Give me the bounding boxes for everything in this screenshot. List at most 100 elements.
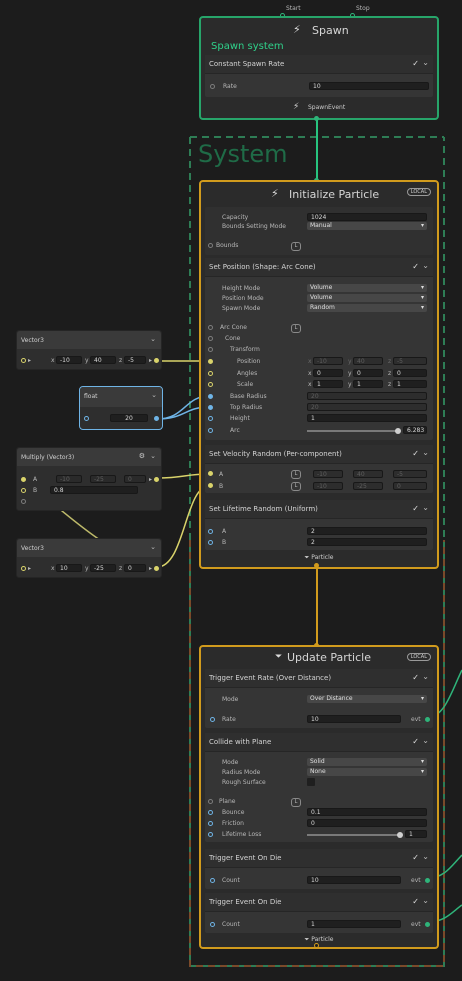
arc-port[interactable]: [208, 428, 213, 433]
lifetime-b-port[interactable]: [208, 540, 213, 545]
transform-port[interactable]: [208, 347, 213, 352]
velocity-a-x-field[interactable]: -10: [313, 470, 343, 478]
height-field[interactable]: 1: [307, 414, 427, 422]
chevron-down-icon[interactable]: ⌄: [150, 543, 156, 551]
top-radius-field[interactable]: 20: [307, 403, 427, 411]
vector3-z-field[interactable]: -5: [124, 356, 146, 364]
vector3-x-field[interactable]: -10: [56, 356, 82, 364]
evt-port[interactable]: [425, 717, 430, 722]
chevron-down-icon[interactable]: ⌄: [422, 672, 429, 681]
arc-field[interactable]: 6.283: [403, 426, 427, 434]
collide-plane-block[interactable]: Collide with Plane ✓⌄ Mode Solid Radius …: [205, 733, 433, 842]
vector3-input-port[interactable]: [21, 566, 26, 571]
checkbox-icon[interactable]: ✓: [412, 673, 419, 682]
scale-port[interactable]: [208, 382, 213, 387]
top-radius-port[interactable]: [208, 405, 213, 410]
mode-select[interactable]: Solid: [307, 758, 427, 766]
spawn-mode-select[interactable]: Random: [307, 304, 427, 312]
cone-port[interactable]: [208, 336, 213, 341]
plane-port[interactable]: [208, 799, 213, 804]
bounds-mode-select[interactable]: Manual: [307, 222, 427, 230]
multiply-output-port[interactable]: [154, 477, 159, 482]
space-local-icon[interactable]: L: [291, 470, 301, 479]
float-node[interactable]: float ⌄ 20: [79, 386, 163, 430]
vector3-x-field[interactable]: 10: [56, 564, 82, 572]
scale-z-field[interactable]: 1: [393, 380, 427, 388]
set-velocity-block[interactable]: Set Velocity Random (Per-component) ✓ ⌄ A…: [205, 445, 433, 493]
float-output-port[interactable]: [154, 416, 159, 421]
checkbox-icon[interactable]: ✓: [412, 853, 419, 862]
multiply-a-x-field[interactable]: -10: [56, 475, 82, 483]
multiply-b-port[interactable]: [21, 488, 26, 493]
checkbox-icon[interactable]: ✓: [412, 504, 419, 513]
vector3-input-port[interactable]: [21, 358, 26, 363]
chevron-down-icon[interactable]: ⌄: [422, 503, 429, 512]
scale-x-field[interactable]: 1: [313, 380, 343, 388]
initialize-context[interactable]: ⚡ Initialize Particle LOCAL Capacity 102…: [199, 180, 439, 569]
gear-icon[interactable]: ⚙: [139, 452, 145, 460]
chevron-down-icon[interactable]: ⌄: [150, 452, 156, 460]
bounce-field[interactable]: 0.1: [307, 808, 427, 816]
float-input-port[interactable]: [84, 416, 89, 421]
multiply-a-z-field[interactable]: 0: [124, 475, 146, 483]
position-z-field[interactable]: -5: [393, 357, 427, 365]
velocity-b-port[interactable]: [208, 483, 213, 488]
checkbox-icon[interactable]: ✓: [412, 59, 419, 68]
angles-port[interactable]: [208, 371, 213, 376]
chevron-down-icon[interactable]: ⌄: [150, 335, 156, 343]
rough-surface-checkbox[interactable]: [307, 778, 315, 786]
position-y-field[interactable]: 40: [353, 357, 383, 365]
vector3-output-port[interactable]: [154, 358, 159, 363]
vector3-node[interactable]: Vector3 ⌄ ▸ x -10 y 40 z -5 ▸: [16, 330, 162, 370]
update-output-port[interactable]: [314, 943, 319, 948]
position-x-field[interactable]: -10: [313, 357, 343, 365]
capacity-field[interactable]: 1024: [307, 213, 427, 221]
chevron-down-icon[interactable]: ⌄: [422, 852, 429, 861]
arc-slider-knob[interactable]: [395, 428, 401, 434]
radius-mode-select[interactable]: None: [307, 768, 427, 776]
count-port[interactable]: [210, 878, 215, 883]
set-position-block[interactable]: Set Position (Shape: Arc Cone) ✓ ⌄ Height…: [205, 258, 433, 440]
checkbox-icon[interactable]: ✓: [412, 737, 419, 746]
count-field[interactable]: 10: [307, 876, 401, 884]
rate-port[interactable]: [210, 84, 215, 89]
trigger-rate-block[interactable]: Trigger Event Rate (Over Distance) ✓ ⌄ Mo…: [205, 669, 433, 728]
chevron-down-icon[interactable]: ⌄: [422, 448, 429, 457]
multiply-a-y-field[interactable]: -25: [90, 475, 116, 483]
float-value-field[interactable]: 20: [110, 414, 148, 422]
lifetime-a-port[interactable]: [208, 529, 213, 534]
spawn-output-port[interactable]: [314, 116, 319, 121]
multiply-add-port[interactable]: [21, 499, 26, 504]
velocity-b-y-field[interactable]: -25: [353, 482, 383, 490]
chevron-down-icon[interactable]: ⌄: [422, 58, 429, 67]
velocity-a-y-field[interactable]: 40: [353, 470, 383, 478]
space-local-icon[interactable]: L: [291, 798, 301, 807]
rate-field[interactable]: 10: [309, 82, 429, 90]
bounce-port[interactable]: [208, 810, 213, 815]
arc-slider[interactable]: [307, 430, 399, 432]
height-mode-select[interactable]: Volume: [307, 284, 427, 292]
vector3-z-field[interactable]: 0: [124, 564, 146, 572]
mode-select[interactable]: Over Distance: [307, 695, 427, 703]
multiply-b-field[interactable]: 0.8: [50, 486, 138, 494]
position-port[interactable]: [208, 359, 213, 364]
base-radius-field[interactable]: 20: [307, 392, 427, 400]
init-output-port[interactable]: [314, 563, 319, 568]
trigger-die-block-2[interactable]: Trigger Event On Die ✓ ⌄ Count 1 evt: [205, 893, 433, 933]
chevron-down-icon[interactable]: ⌄: [422, 896, 429, 905]
evt-port[interactable]: [425, 878, 430, 883]
velocity-b-x-field[interactable]: -10: [313, 482, 343, 490]
vector3-node-2[interactable]: Vector3 ⌄ ▸ x 10 y -25 z 0 ▸: [16, 538, 162, 578]
position-mode-select[interactable]: Volume: [307, 294, 427, 302]
chevron-down-icon[interactable]: ⌄: [422, 261, 429, 270]
friction-port[interactable]: [208, 821, 213, 826]
local-badge[interactable]: LOCAL: [406, 188, 431, 196]
velocity-a-port[interactable]: [208, 471, 213, 476]
multiply-a-port[interactable]: [21, 477, 26, 482]
angles-z-field[interactable]: 0: [393, 369, 427, 377]
spawn-system-name[interactable]: Spawn system: [211, 41, 284, 52]
angles-y-field[interactable]: 0: [353, 369, 383, 377]
arc-cone-port[interactable]: [208, 325, 213, 330]
base-radius-port[interactable]: [208, 394, 213, 399]
friction-field[interactable]: 0: [307, 819, 427, 827]
